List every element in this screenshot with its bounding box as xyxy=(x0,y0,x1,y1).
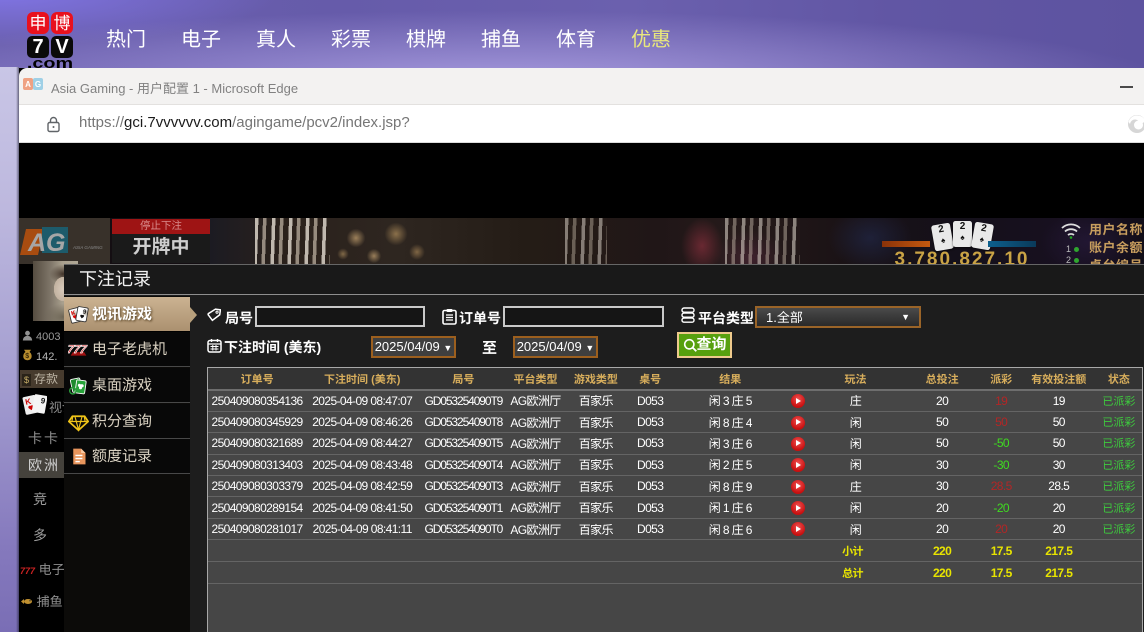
svg-text:ASIA GAMING: ASIA GAMING xyxy=(72,245,103,250)
svg-text:777: 777 xyxy=(68,344,88,356)
svg-text:$: $ xyxy=(25,353,29,360)
svg-text:AG: AG xyxy=(27,229,66,257)
